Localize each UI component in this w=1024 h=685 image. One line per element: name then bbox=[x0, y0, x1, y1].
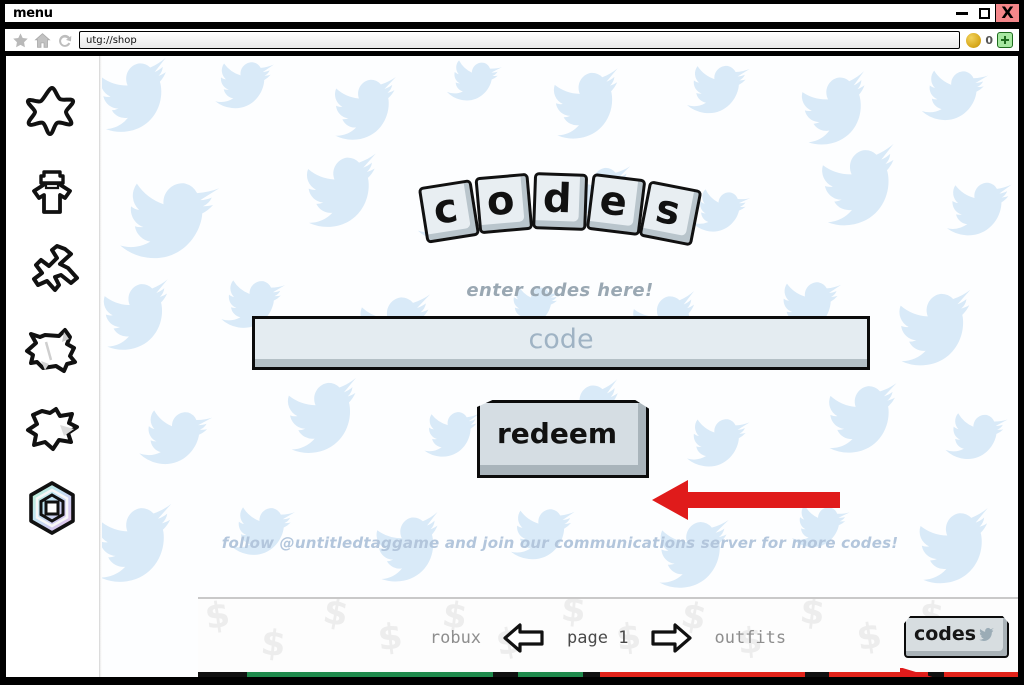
code-input[interactable]: code bbox=[252, 316, 870, 370]
coin-icon bbox=[966, 32, 982, 48]
close-icon: X bbox=[1001, 3, 1014, 22]
add-currency-button[interactable] bbox=[997, 32, 1013, 48]
title-letter-tile: c bbox=[417, 179, 481, 244]
arrow-left-icon[interactable] bbox=[503, 621, 545, 655]
minimize-icon bbox=[956, 11, 968, 15]
sidebar-item-creature[interactable] bbox=[21, 319, 83, 381]
pagination-nav: robux page 1 outfits bbox=[198, 621, 1018, 655]
enter-codes-label: enter codes here! bbox=[466, 280, 654, 301]
window-title: menu bbox=[13, 5, 53, 21]
page-indicator: page 1 bbox=[567, 628, 629, 648]
creature-icon bbox=[25, 328, 77, 373]
title-letter-tile: o bbox=[474, 172, 534, 235]
codes-tab-label: codes bbox=[913, 623, 977, 645]
window-controls: X bbox=[951, 4, 1019, 22]
sidebar-item-star[interactable] bbox=[21, 82, 83, 144]
bird-icon bbox=[26, 407, 79, 451]
sidebar-divider bbox=[99, 56, 102, 677]
arrow-right-icon[interactable] bbox=[650, 621, 693, 655]
social-footnote: follow @untitledtaggame and join our com… bbox=[221, 534, 899, 552]
star-icon[interactable] bbox=[9, 30, 31, 50]
redeem-button-label: redeem bbox=[497, 416, 617, 450]
runner-icon bbox=[32, 244, 79, 292]
currency-count: 0 bbox=[985, 33, 993, 47]
title-letter: e bbox=[597, 176, 630, 226]
nav-label-outfits[interactable]: outfits bbox=[714, 628, 786, 648]
redeem-button[interactable]: redeem bbox=[477, 400, 649, 478]
title-letter: d bbox=[542, 174, 573, 222]
maximize-icon bbox=[978, 7, 990, 19]
title-letter: o bbox=[484, 176, 517, 225]
address-text: utg://shop bbox=[86, 34, 137, 46]
title-letter-tile: e bbox=[585, 172, 647, 237]
maximize-button[interactable] bbox=[973, 4, 995, 22]
title-letter: s bbox=[652, 184, 685, 235]
title-letter-tile: s bbox=[638, 180, 703, 247]
address-bar[interactable]: utg://shop bbox=[79, 31, 961, 49]
title-letter: c bbox=[430, 184, 461, 234]
sidebar-item-avatar[interactable] bbox=[21, 161, 83, 223]
toolbar-right-group: 0 bbox=[966, 32, 1015, 48]
minimize-button[interactable] bbox=[951, 4, 973, 22]
sidebar bbox=[6, 56, 98, 677]
home-icon[interactable] bbox=[31, 30, 53, 50]
code-input-wrapper: code bbox=[252, 316, 870, 370]
title-letter-tile: d bbox=[532, 172, 589, 231]
avatar-icon bbox=[32, 170, 72, 214]
redeem-button-wrapper: redeem bbox=[477, 400, 649, 478]
star-icon bbox=[25, 86, 76, 136]
codes-tab-annotation-arrow bbox=[900, 668, 933, 677]
bottom-bar: $ $ $ $ $ $ $ $ $ $ $ $ $ $ bbox=[198, 597, 1018, 677]
twitter-bird-icon bbox=[978, 626, 995, 645]
redeem-annotation-arrow bbox=[652, 480, 840, 520]
sidebar-item-runner[interactable] bbox=[21, 240, 83, 302]
nav-label-robux[interactable]: robux bbox=[430, 628, 481, 648]
browser-window: menu X utg://shop 0 c o d e s enter code… bbox=[0, 0, 1024, 685]
underlying-content-strip bbox=[198, 672, 1018, 677]
title-bar: menu X bbox=[3, 2, 1021, 24]
sidebar-item-bird[interactable] bbox=[21, 398, 83, 460]
refresh-icon[interactable] bbox=[53, 30, 75, 50]
close-button[interactable]: X bbox=[995, 4, 1019, 22]
sidebar-item-roblox-logo[interactable] bbox=[21, 477, 83, 539]
browser-toolbar: utg://shop 0 bbox=[3, 27, 1021, 53]
code-input-placeholder: code bbox=[528, 323, 594, 355]
roblox-logo-icon bbox=[29, 481, 75, 535]
page-title: c o d e s bbox=[102, 144, 1018, 247]
page-body: c o d e s enter codes here! code redeem … bbox=[3, 56, 1021, 680]
codes-tab-button[interactable]: codes bbox=[904, 616, 1009, 658]
shop-content: c o d e s enter codes here! code redeem … bbox=[102, 56, 1018, 677]
